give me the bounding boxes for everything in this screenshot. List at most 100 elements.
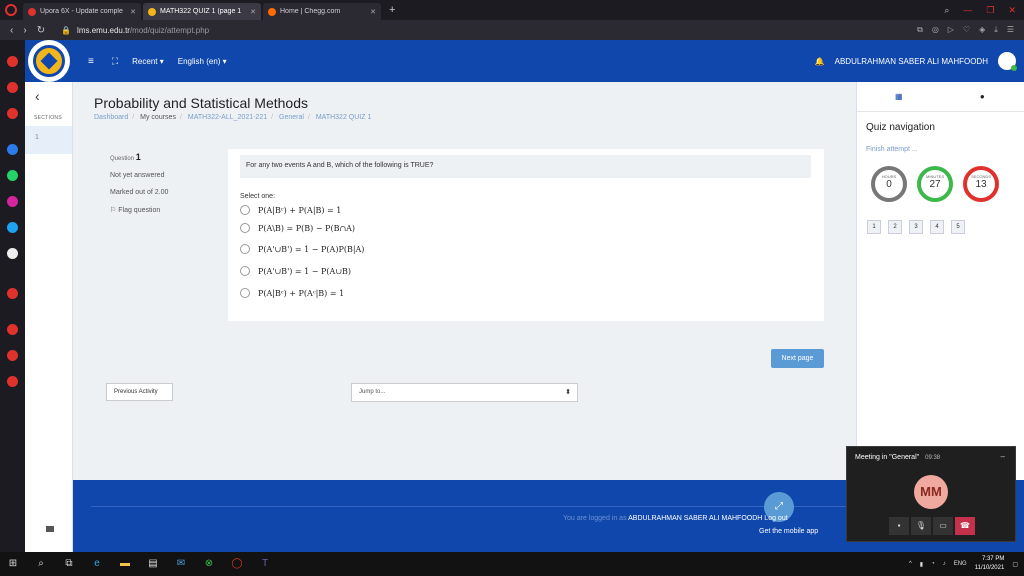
quiz-nav-question-5[interactable]: 5 <box>951 220 965 234</box>
edge-icon[interactable]: e <box>90 557 104 571</box>
forward-icon[interactable]: › <box>23 25 26 36</box>
answer-option-d[interactable]: P(A'∪B') = 1 − P(A∪B) <box>240 266 351 276</box>
quiz-nav-question-1[interactable]: 1 <box>867 220 881 234</box>
next-page-button[interactable]: Next page <box>771 349 824 368</box>
user-name[interactable]: ABDULRAHMAN SABER ALI MAHFOODH <box>835 57 988 66</box>
browser-tab-opera[interactable]: Upora 6X - Update comple ✕ <box>23 3 141 20</box>
url-path: /mod/quiz/attempt.php <box>129 25 210 35</box>
fullscreen-icon[interactable]: ⛶ <box>112 56 118 67</box>
radio-e[interactable] <box>240 288 250 298</box>
minimize-meeting-button[interactable]: – <box>1001 452 1005 461</box>
user-avatar[interactable] <box>998 52 1017 71</box>
reload-icon[interactable]: ↻ <box>37 25 45 36</box>
hang-up-icon[interactable]: ☎ <box>955 517 975 535</box>
show-hidden-icons-icon[interactable]: ^ <box>909 561 912 567</box>
speed-dial-icon[interactable] <box>7 56 18 67</box>
emu-logo[interactable] <box>28 40 70 82</box>
radio-a[interactable] <box>240 205 250 215</box>
video-icon[interactable] <box>7 288 18 299</box>
xbox-icon[interactable]: ⊗ <box>202 557 216 571</box>
camera-icon[interactable]: ◎ <box>932 25 939 35</box>
radio-d[interactable] <box>240 266 250 276</box>
location-icon[interactable] <box>7 350 18 361</box>
search-icon[interactable]: ⌕ <box>34 557 48 571</box>
mobile-app-link[interactable]: Get the mobile app <box>759 528 818 535</box>
answer-option-b[interactable]: P(A\B) = P(B) − P(B∩A) <box>240 223 355 233</box>
store-icon[interactable]: ▤ <box>146 557 160 571</box>
snapshot-icon[interactable]: ⧉ <box>917 25 923 35</box>
answer-option-e[interactable]: P(A|Bᶜ) + P(Aᶜ|B) = 1 <box>240 288 344 298</box>
history-icon[interactable] <box>7 324 18 335</box>
download-icon[interactable]: ⤓ <box>994 25 998 35</box>
tab-messages[interactable]: ● <box>941 82 1024 111</box>
instagram-icon[interactable] <box>7 196 18 207</box>
close-tab-icon[interactable]: ✕ <box>370 8 376 16</box>
new-tab-button[interactable]: + <box>389 4 395 16</box>
extensions-icon[interactable]: ◈ <box>979 25 985 35</box>
previous-activity-link[interactable]: Previous Activity <box>106 383 173 401</box>
notification-bell-icon[interactable]: 🔔 <box>815 57 825 66</box>
network-icon[interactable]: ◔ <box>931 561 935 567</box>
opera-logo-icon[interactable] <box>5 4 17 16</box>
back-icon[interactable]: ‹ <box>10 25 13 36</box>
language-dropdown[interactable]: English (en) ▾ <box>178 57 227 66</box>
meeting-popup[interactable]: Meeting in "General" 09:38 – MM ▪ 🎙 ▭ ☎ <box>846 446 1016 542</box>
radio-c[interactable] <box>240 244 250 254</box>
camera-off-icon[interactable]: ▪ <box>889 517 909 535</box>
flag-question-link[interactable]: ⚐ Flag question <box>110 206 220 214</box>
play-icon[interactable]: ▷ <box>948 25 954 35</box>
url-field[interactable]: lms.emu.edu.tr/mod/quiz/attempt.php <box>77 26 209 35</box>
mail-icon[interactable]: ✉ <box>174 557 188 571</box>
breadcrumb-quiz[interactable]: MATH322 QUIZ 1 <box>316 114 372 121</box>
hamburger-menu-icon[interactable]: ≡ <box>88 56 94 67</box>
battery-icon[interactable]: ▮ <box>920 561 923 568</box>
opera-taskbar-icon[interactable]: ◯ <box>230 557 244 571</box>
breadcrumb-dashboard[interactable]: Dashboard <box>94 114 128 121</box>
finish-attempt-link[interactable]: Finish attempt ... <box>866 146 918 153</box>
radio-b[interactable] <box>240 223 250 233</box>
browser-tab-quiz[interactable]: MATH322 QUIZ 1 (page 1 ✕ <box>143 3 261 20</box>
browser-tab-chegg[interactable]: Home | Chegg.com ✕ <box>263 3 381 20</box>
breadcrumb-my-courses[interactable]: My courses <box>140 114 176 121</box>
answer-option-c[interactable]: P(A'∪B') = 1 − P(A)P(B|A) <box>240 244 364 254</box>
shopping-icon[interactable] <box>7 82 18 93</box>
heart-icon[interactable]: ♡ <box>963 25 970 35</box>
file-explorer-icon[interactable]: ▬ <box>118 557 132 571</box>
logout-link[interactable]: Log out <box>764 515 787 522</box>
drawer-toggle-icon[interactable] <box>46 526 54 532</box>
breadcrumb-course[interactable]: MATH322-ALL_2021-221 <box>188 114 267 121</box>
share-screen-icon[interactable]: ▭ <box>933 517 953 535</box>
twitter-icon[interactable] <box>7 222 18 233</box>
jump-to-select[interactable]: Jump to... ⬍ <box>351 383 578 402</box>
my-flow-icon[interactable] <box>7 248 18 259</box>
task-view-icon[interactable]: ⧉ <box>62 557 76 571</box>
close-window-button[interactable]: ✕ <box>1008 5 1016 16</box>
quiz-nav-question-2[interactable]: 2 <box>888 220 902 234</box>
close-tab-icon[interactable]: ✕ <box>130 8 136 16</box>
footer-user-link[interactable]: ABDULRAHMAN SABER ALI MAHFOODH <box>628 515 762 522</box>
close-tab-icon[interactable]: ✕ <box>250 8 256 16</box>
quiz-nav-question-4[interactable]: 4 <box>930 220 944 234</box>
player-icon[interactable] <box>7 108 18 119</box>
whatsapp-icon[interactable] <box>7 170 18 181</box>
settings-icon[interactable] <box>7 376 18 387</box>
answer-option-a[interactable]: P(A|Bᶜ) + P(A|B) = 1 <box>240 205 341 215</box>
tab-blocks[interactable]: ▦ <box>857 82 941 111</box>
teams-icon[interactable]: T <box>258 557 272 571</box>
collapse-drawer-icon[interactable]: ‹ <box>35 88 40 104</box>
maximize-window-button[interactable]: ❐ <box>986 5 994 16</box>
breadcrumb-general[interactable]: General <box>279 114 304 121</box>
clock[interactable]: 7:37 PM 11/10/2021 <box>975 555 1005 573</box>
minimize-window-button[interactable]: — <box>963 5 972 16</box>
volume-icon[interactable]: ♪ <box>943 561 946 567</box>
messenger-icon[interactable] <box>7 144 18 155</box>
language-indicator[interactable]: ENG <box>954 561 967 567</box>
quiz-nav-question-3[interactable]: 3 <box>909 220 923 234</box>
easy-setup-icon[interactable]: ☰ <box>1007 25 1014 35</box>
section-1-item[interactable]: 1 <box>25 126 72 154</box>
notifications-icon[interactable]: ▢ <box>1012 561 1018 568</box>
recent-dropdown[interactable]: Recent ▾ <box>132 57 164 66</box>
mic-off-icon[interactable]: 🎙 <box>911 517 931 535</box>
search-tabs-icon[interactable]: ⌕ <box>944 5 949 16</box>
start-icon[interactable]: ⊞ <box>6 557 20 571</box>
